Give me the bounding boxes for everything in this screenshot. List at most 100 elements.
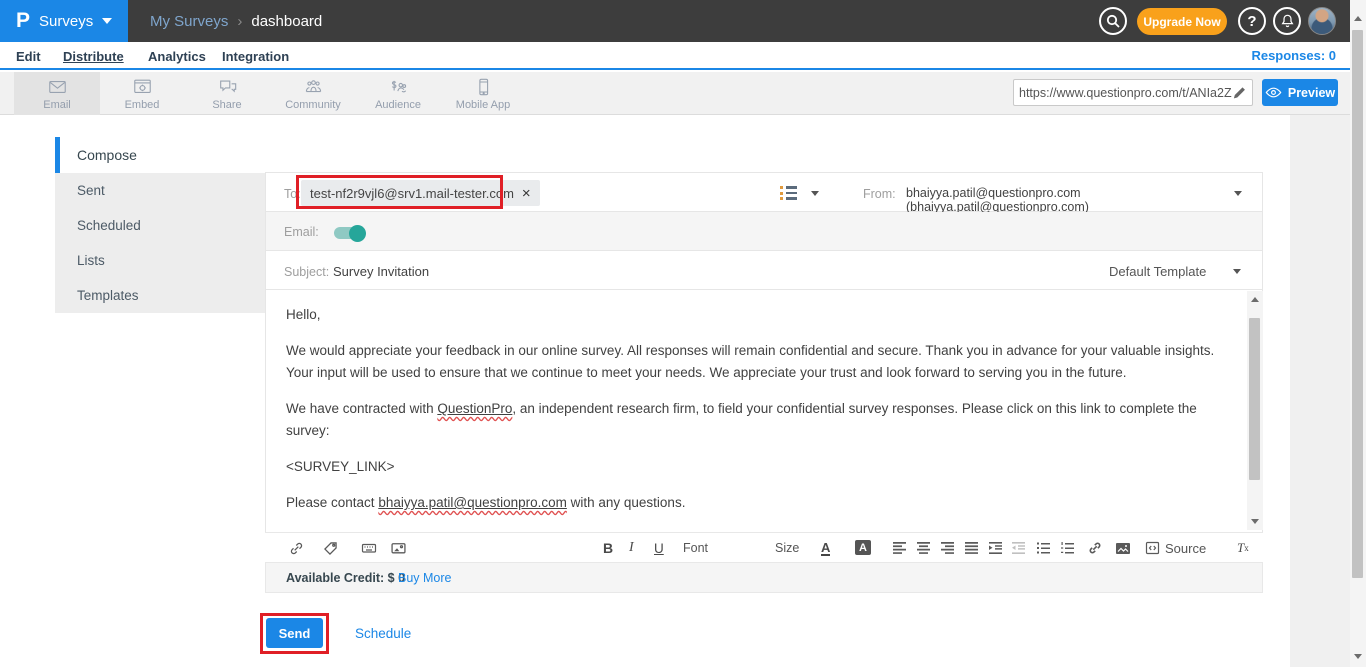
- help-button[interactable]: ?: [1238, 7, 1266, 35]
- email-icon: [47, 77, 68, 97]
- channel-audience[interactable]: Audience: [355, 72, 441, 115]
- align-justify-button[interactable]: [965, 540, 979, 556]
- align-center-button[interactable]: [917, 540, 931, 556]
- underline-button[interactable]: U: [654, 540, 664, 556]
- mobile-app-icon: [473, 77, 494, 97]
- from-caret-icon[interactable]: [1234, 191, 1242, 196]
- insert-embed-media-button[interactable]: [391, 540, 406, 556]
- survey-url-box: [1013, 79, 1253, 106]
- buy-more-link[interactable]: Buy More: [398, 571, 452, 585]
- audience-icon: [388, 77, 409, 97]
- editor-scroll-down-icon[interactable]: [1251, 519, 1259, 524]
- email-toggle-label: Email:: [284, 225, 319, 239]
- text-color-button[interactable]: A: [821, 540, 830, 556]
- channel-embed[interactable]: Embed: [99, 72, 185, 115]
- channel-email-label: Email: [43, 99, 71, 111]
- body-survey-link-placeholder: <SURVEY_LINK>: [286, 456, 1231, 478]
- remove-recipient-icon[interactable]: ×: [522, 186, 531, 201]
- page-scrollbar[interactable]: [1350, 0, 1366, 667]
- background-color-button[interactable]: A: [855, 540, 871, 555]
- survey-url-input[interactable]: [1019, 86, 1232, 100]
- bold-button[interactable]: B: [603, 540, 613, 556]
- recipient-list-caret-icon[interactable]: [811, 191, 819, 196]
- from-label: From:: [863, 187, 896, 201]
- numbered-list-icon: [1061, 542, 1075, 554]
- sidebar-item-scheduled[interactable]: Scheduled: [55, 208, 265, 243]
- indent-button[interactable]: [989, 540, 1003, 556]
- editor-scroll-up-icon[interactable]: [1251, 297, 1259, 302]
- hyperlink-button[interactable]: [1087, 540, 1103, 556]
- email-body-text: Hello, We would appreciate your feedback…: [286, 304, 1231, 564]
- page-scrollbar-thumb[interactable]: [1352, 30, 1363, 578]
- template-caret-icon[interactable]: [1233, 269, 1241, 274]
- edit-url-pencil-icon[interactable]: [1232, 85, 1247, 100]
- sidebar-item-templates[interactable]: Templates: [55, 278, 265, 313]
- editor-scrollbar-thumb[interactable]: [1249, 318, 1260, 480]
- contact-email-link[interactable]: bhaiyya.patil@questionpro.com: [378, 495, 567, 510]
- page-scroll-up-icon[interactable]: [1354, 16, 1362, 21]
- editor-scrollbar[interactable]: [1247, 291, 1263, 530]
- tab-analytics[interactable]: Analytics: [148, 44, 206, 70]
- notifications-button[interactable]: [1273, 7, 1301, 35]
- align-left-icon: [893, 542, 907, 554]
- insert-keyboard-button[interactable]: [361, 540, 377, 556]
- align-justify-icon: [965, 542, 979, 554]
- outdent-button[interactable]: [1012, 540, 1026, 556]
- compose-sidebar: Sent Scheduled Lists Templates: [55, 173, 265, 313]
- insert-tag-button[interactable]: [323, 540, 338, 556]
- sidebar-item-lists[interactable]: Lists: [55, 243, 265, 278]
- breadcrumb-my-surveys[interactable]: My Surveys: [150, 13, 228, 30]
- insert-image-button[interactable]: [1115, 540, 1131, 556]
- channel-embed-label: Embed: [125, 99, 160, 111]
- channel-mobile-app-label: Mobile App: [456, 99, 510, 111]
- questionpro-link[interactable]: QuestionPro: [437, 401, 512, 416]
- eye-icon: [1265, 86, 1282, 99]
- editor-toolbar: B I U Font Size A A Source Tx: [265, 532, 1263, 562]
- user-avatar[interactable]: [1308, 7, 1336, 35]
- search-button[interactable]: [1099, 7, 1127, 35]
- tab-integration[interactable]: Integration: [222, 44, 289, 70]
- subject-input[interactable]: Survey Invitation: [333, 264, 429, 279]
- questionpro-logo-icon: P: [16, 9, 30, 33]
- community-icon: [303, 77, 324, 97]
- bulleted-list-button[interactable]: [1037, 540, 1051, 556]
- email-toggle-row: Email:: [265, 212, 1263, 250]
- chain-link-icon: [1087, 541, 1103, 555]
- recipient-chip[interactable]: test-nf2r9vjl6@srv1.mail-tester.com ×: [301, 180, 540, 206]
- sidebar-item-compose[interactable]: Compose: [55, 137, 265, 173]
- channel-share[interactable]: Share: [184, 72, 270, 115]
- insert-link-variable-button[interactable]: [289, 540, 304, 556]
- embed-icon: [132, 77, 153, 97]
- numbered-list-button[interactable]: [1061, 540, 1075, 556]
- product-switcher[interactable]: P Surveys: [0, 0, 128, 42]
- source-button[interactable]: Source: [1145, 540, 1206, 556]
- body-greeting: Hello,: [286, 304, 1231, 326]
- tag-icon: [323, 541, 338, 556]
- channel-email[interactable]: Email: [14, 72, 100, 115]
- channel-community[interactable]: Community: [270, 72, 356, 115]
- recipient-list-button[interactable]: [780, 186, 797, 200]
- send-button[interactable]: Send: [266, 618, 323, 648]
- align-left-button[interactable]: [893, 540, 907, 556]
- preview-button[interactable]: Preview: [1262, 79, 1338, 106]
- page-scroll-down-icon[interactable]: [1354, 654, 1362, 659]
- tab-distribute[interactable]: Distribute: [63, 44, 124, 70]
- email-toggle[interactable]: [334, 227, 364, 239]
- tab-edit[interactable]: Edit: [16, 44, 41, 70]
- sidebar-item-sent[interactable]: Sent: [55, 173, 265, 208]
- link-icon: [289, 541, 304, 556]
- breadcrumb: My Surveys › dashboard: [150, 0, 322, 42]
- search-icon: [1104, 12, 1122, 30]
- font-dropdown[interactable]: Font: [683, 540, 708, 556]
- align-right-button[interactable]: [941, 540, 955, 556]
- channel-mobile-app[interactable]: Mobile App: [440, 72, 526, 115]
- remove-format-button[interactable]: Tx: [1237, 540, 1249, 556]
- size-dropdown[interactable]: Size: [775, 540, 799, 556]
- italic-button[interactable]: I: [629, 540, 634, 556]
- share-icon: [217, 77, 238, 97]
- upgrade-now-button[interactable]: Upgrade Now: [1137, 8, 1227, 35]
- from-selector[interactable]: bhaiyya.patil@questionpro.com (bhaiyya.p…: [906, 186, 1262, 214]
- template-selector[interactable]: Default Template: [1109, 264, 1206, 279]
- schedule-link[interactable]: Schedule: [355, 626, 411, 641]
- email-body-editor[interactable]: Hello, We would appreciate your feedback…: [265, 290, 1263, 532]
